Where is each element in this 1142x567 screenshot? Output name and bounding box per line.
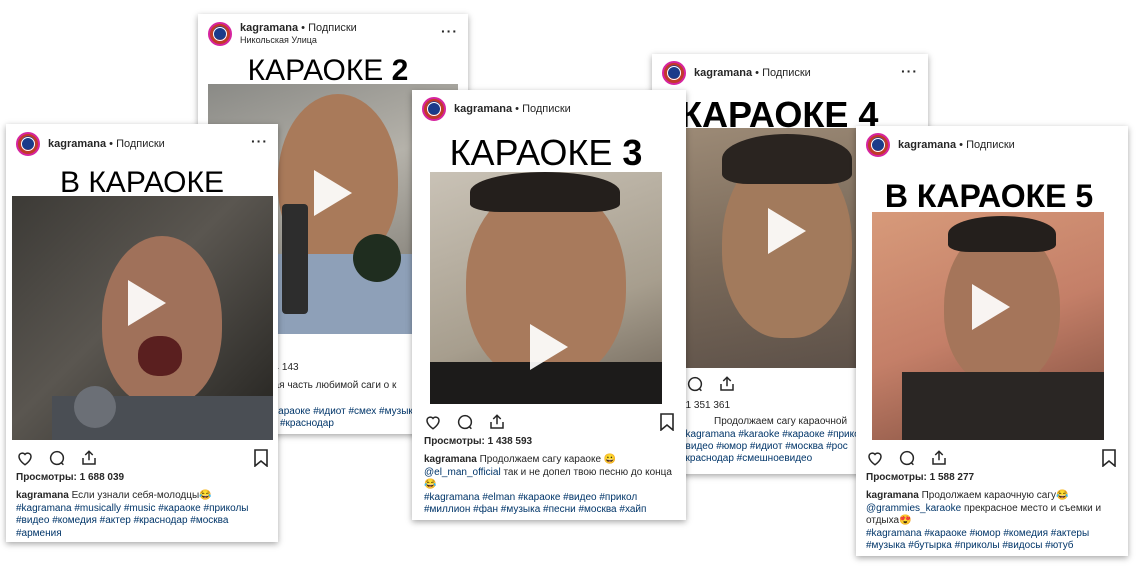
follow-status[interactable]: • Подписки (959, 139, 1015, 151)
heart-icon[interactable] (424, 413, 442, 431)
post-title: КАРАОКЕ 2 (198, 54, 468, 88)
play-icon[interactable] (530, 324, 568, 370)
watch-illustration (353, 234, 401, 282)
caption: kagramana Продолжаем сагу караоке 😀 @el_… (424, 454, 672, 516)
video-media[interactable] (430, 172, 662, 404)
hashtags-partial-2[interactable]: #видео #юмор #идиот #москва #рос (680, 441, 848, 454)
avatar[interactable] (866, 133, 890, 157)
video-media[interactable] (682, 128, 882, 368)
share-icon[interactable] (718, 375, 736, 393)
avatar[interactable] (662, 61, 686, 85)
title-number: 2 (391, 54, 409, 87)
hair-illustration (470, 172, 620, 212)
follow-status[interactable]: • Подписки (755, 67, 811, 79)
caption-username[interactable]: kagramana (16, 490, 69, 501)
comment-icon[interactable] (686, 375, 704, 393)
post-title: В КАРАОКЕ 5 (856, 178, 1128, 215)
views-count: Просмотры: 1 688 039 (16, 472, 125, 483)
bookmark-icon[interactable] (254, 449, 268, 468)
play-icon[interactable] (314, 170, 352, 216)
heart-icon[interactable] (16, 449, 34, 467)
more-icon[interactable]: ··· (251, 134, 268, 148)
hashtags-partial[interactable]: #караоке #идиот #смех #музык (268, 406, 413, 419)
username[interactable]: kagramana (48, 138, 106, 150)
hashtags-partial-2[interactable]: #краснодар (280, 418, 334, 431)
views-count-partial: : 1 351 361 (680, 400, 731, 411)
avatar[interactable] (208, 22, 232, 46)
hashtags[interactable]: #kagramana #musically #music #караоке #п… (16, 503, 249, 539)
share-icon[interactable] (930, 449, 948, 467)
deodorant-illustration (282, 204, 308, 314)
caption-username[interactable]: kagramana (866, 490, 919, 501)
action-bar-partial (686, 372, 736, 396)
more-icon[interactable]: ··· (901, 64, 918, 78)
bookmark-icon[interactable] (660, 413, 674, 432)
video-media[interactable] (12, 196, 273, 440)
action-bar (866, 446, 948, 470)
post-header: kagramana • Подписки ··· (6, 124, 278, 164)
mention[interactable]: @grammies_karaoke (866, 503, 961, 514)
hashtags-partial-3[interactable]: #краснодар #смешноевидео (680, 453, 812, 466)
hair-illustration (722, 134, 852, 184)
title-number: 3 (622, 132, 643, 173)
mention[interactable]: @el_man_official (424, 467, 501, 478)
post-card-3: kagramana • Подписки КАРАОКЕ 3 Просмотры… (412, 90, 686, 520)
caption: kagramana Если узнали себя-молодцы😂 #kag… (16, 490, 249, 539)
username[interactable]: kagramana (898, 139, 956, 151)
title-text: КАРАОКЕ (247, 54, 384, 87)
caption-partial: Продолжаем сагу караочной (714, 416, 848, 427)
views-count: Просмотры: 1 588 277 (866, 472, 975, 483)
comment-icon[interactable] (898, 449, 916, 467)
avatar[interactable] (16, 132, 40, 156)
post-card-5: kagramana • Подписки В КАРАОКЕ 5 Просмот… (856, 126, 1128, 556)
bookmark-icon[interactable] (1102, 449, 1116, 468)
title-text: КАРАОКЕ (449, 132, 613, 173)
hashtags[interactable]: #kagramana #elman #караоке #видео #прико… (424, 492, 646, 516)
post-header: kagramana • Подписки Никольская Улица ··… (198, 14, 468, 54)
title-text: В КАРАОКЕ (884, 178, 1067, 214)
post-title: В КАРАОКЕ (59, 166, 224, 199)
shirt-illustration (902, 372, 1104, 440)
post-header: kagramana • Подписки (856, 126, 1128, 164)
username[interactable]: kagramana (240, 22, 298, 34)
play-icon[interactable] (768, 208, 806, 254)
action-bar (16, 446, 98, 470)
post-header: kagramana • Подписки ··· (652, 54, 928, 92)
comment-icon[interactable] (456, 413, 474, 431)
microphone-illustration (74, 386, 116, 428)
play-icon[interactable] (972, 284, 1010, 330)
post-title: КАРАОКЕ 3 (412, 132, 686, 174)
heart-icon[interactable] (866, 449, 884, 467)
username[interactable]: kagramana (694, 67, 752, 79)
username[interactable]: kagramana (454, 103, 512, 115)
avatar[interactable] (422, 97, 446, 121)
post-card-1: kagramana • Подписки ··· В КАРАОКЕ Просм… (6, 124, 278, 542)
views-count: Просмотры: 1 438 593 (424, 436, 533, 447)
play-icon[interactable] (128, 280, 166, 326)
share-icon[interactable] (488, 413, 506, 431)
hashtags[interactable]: #kagramana #караоке #юмор #комедия #акте… (866, 528, 1089, 552)
mouth-illustration (138, 336, 182, 376)
share-icon[interactable] (80, 449, 98, 467)
more-icon[interactable]: ··· (441, 24, 458, 38)
caption: kagramana Продолжаем караочную сагу😂 @gr… (866, 490, 1102, 552)
hair-illustration (948, 216, 1056, 252)
location[interactable]: Никольская Улица (240, 34, 357, 46)
follow-status[interactable]: • Подписки (109, 138, 165, 150)
video-media[interactable] (872, 212, 1104, 440)
follow-status[interactable]: • Подписки (515, 103, 571, 115)
comment-icon[interactable] (48, 449, 66, 467)
title-number: 5 (1075, 178, 1094, 214)
follow-status[interactable]: • Подписки (301, 22, 357, 34)
post-header: kagramana • Подписки (412, 90, 686, 128)
caption-username[interactable]: kagramana (424, 454, 477, 465)
action-bar (424, 410, 506, 434)
hashtags-partial[interactable]: #kagramana #karaoke #караоке #приколы (680, 429, 873, 442)
